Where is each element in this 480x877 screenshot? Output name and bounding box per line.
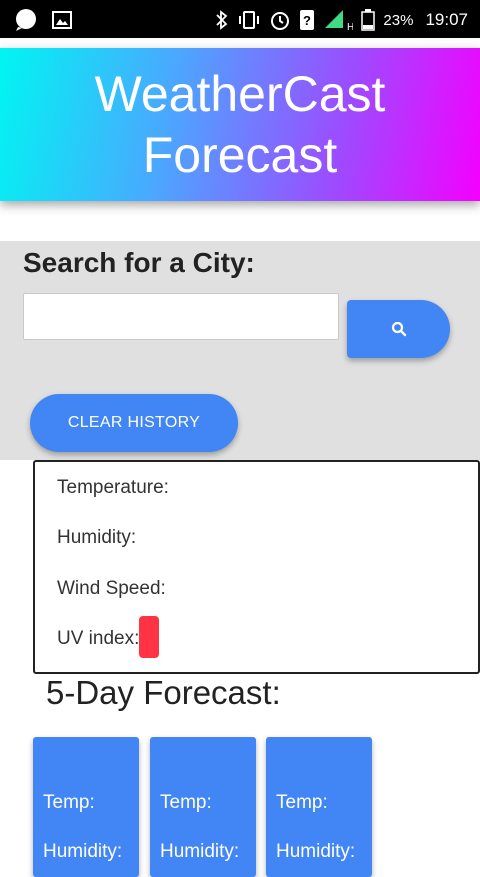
humidity-label: Humidity: <box>57 527 137 548</box>
uv-index-row: UV index: <box>57 616 160 660</box>
search-button[interactable] <box>347 300 450 358</box>
forecast-heading: 5-Day Forecast: <box>46 674 281 711</box>
battery-icon <box>361 9 376 31</box>
uv-index-label: UV index: <box>57 628 140 650</box>
wind-speed-label: Wind Speed: <box>57 578 166 599</box>
current-weather-card: Temperature: Humidity: Wind Speed: UV in… <box>33 460 480 674</box>
forecast-humidity-label: Humidity: <box>160 841 240 862</box>
svg-text:H+: H+ <box>347 22 353 32</box>
uv-index-badge <box>139 616 160 658</box>
chat-bubble-icon <box>16 9 36 31</box>
battery-percent: 23% <box>383 11 414 29</box>
app-header: WeatherCast Forecast <box>0 48 480 201</box>
forecast-temp-label: Temp: <box>276 792 328 813</box>
forecast-temp-label: Temp: <box>160 792 212 813</box>
app-title: WeatherCast Forecast <box>94 65 386 183</box>
forecast-card: Temp: Humidity: <box>150 737 256 877</box>
status-bar: ? H+ 23% 19:07 <box>0 0 480 38</box>
svg-text:?: ? <box>303 13 311 28</box>
alarm-icon <box>271 12 290 30</box>
forecast-temp-label: Temp: <box>43 792 95 813</box>
image-icon <box>52 11 72 29</box>
unknown-sim-icon: ? <box>300 10 315 30</box>
signal-icon: H+ <box>325 10 353 32</box>
clock: 19:07 <box>425 10 468 29</box>
search-heading: Search for a City: <box>23 247 255 278</box>
forecast-humidity-label: Humidity: <box>43 841 123 862</box>
clear-history-button[interactable]: CLEAR HISTORY <box>30 394 238 452</box>
forecast-card: Temp: Humidity: <box>266 737 372 877</box>
forecast-card: Temp: Humidity: <box>33 737 139 877</box>
temperature-label: Temperature: <box>57 477 169 498</box>
bluetooth-icon <box>216 10 228 30</box>
forecast-humidity-label: Humidity: <box>276 841 356 862</box>
search-icon <box>391 321 406 337</box>
city-search-input[interactable] <box>23 293 339 340</box>
vibrate-icon <box>239 11 260 29</box>
